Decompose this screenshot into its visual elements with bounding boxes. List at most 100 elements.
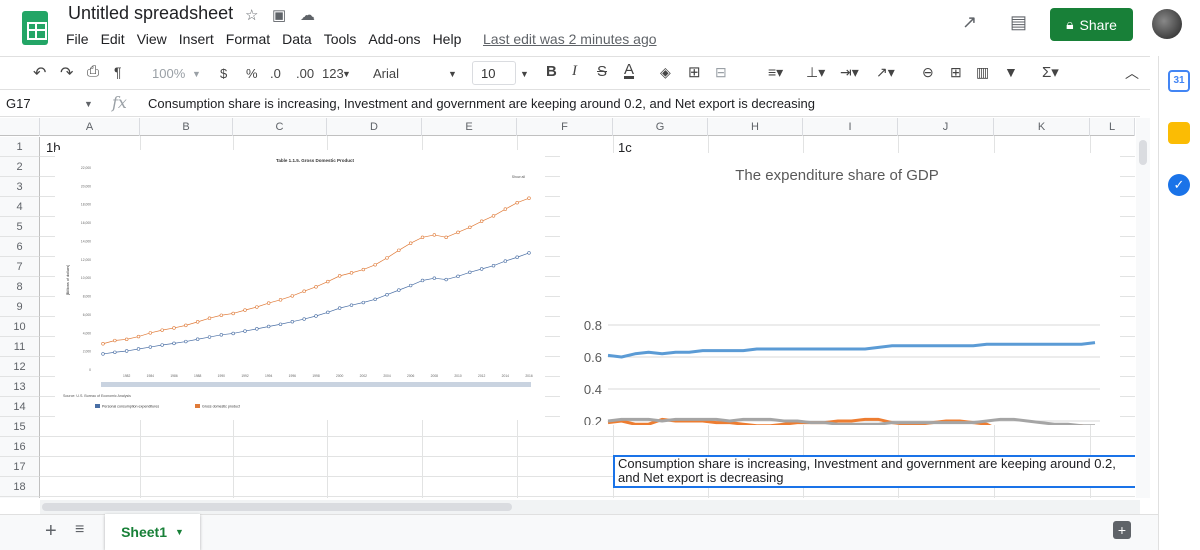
expenditure-share-chart-image[interactable]: The expenditure share of GDP 0.8 0.6 0.4 0.…	[560, 153, 1120, 425]
tasks-icon[interactable]: ✓	[1168, 174, 1190, 196]
calendar-icon[interactable]: 31	[1168, 70, 1190, 92]
insert-link-icon[interactable]: ⊖	[922, 64, 934, 81]
row-header-8[interactable]: 8	[0, 277, 40, 297]
star-icon[interactable]: ☆	[245, 6, 258, 24]
sheet-tab-sheet1[interactable]: Sheet1 ▼	[105, 514, 200, 550]
comments-icon[interactable]: ▤	[1010, 12, 1027, 33]
vertical-align-icon[interactable]: ⊥▾	[806, 64, 825, 81]
column-header-b[interactable]: B	[140, 118, 233, 136]
filter-icon[interactable]: ▼	[1004, 64, 1018, 80]
row-header-13[interactable]: 13	[0, 377, 40, 397]
sheets-logo[interactable]	[22, 11, 48, 45]
menu-help[interactable]: Help	[433, 31, 462, 47]
row-header-16[interactable]: 16	[0, 437, 40, 457]
text-color-button[interactable]: A	[624, 61, 634, 78]
menu-file[interactable]: File	[66, 31, 89, 47]
cell-g17[interactable]: Consumption share is increasing, Investm…	[613, 455, 1135, 488]
borders-icon[interactable]: ⊞	[688, 63, 701, 81]
row-header-12[interactable]: 12	[0, 357, 40, 377]
increase-decimal-button[interactable]: .00	[296, 66, 314, 81]
menu-view[interactable]: View	[137, 31, 167, 47]
row-header-18[interactable]: 18	[0, 477, 40, 497]
column-header-e[interactable]: E	[422, 118, 517, 136]
row-header-9[interactable]: 9	[0, 297, 40, 317]
row-header-11[interactable]: 11	[0, 337, 40, 357]
merge-cells-icon[interactable]: ⊟	[715, 64, 727, 81]
column-header-a[interactable]: A	[40, 118, 140, 136]
chart1-y-tick: 10,000	[81, 276, 91, 280]
chart1-source: Source: U.S. Bureau of Economic Analysis	[63, 394, 131, 398]
column-header-i[interactable]: I	[803, 118, 898, 136]
insert-chart-icon[interactable]: ▥	[976, 64, 989, 81]
gdp-chart-image[interactable]: Table 1.1.5. Gross Domestic Product Show…	[55, 150, 545, 420]
activity-trend-icon[interactable]: ↗	[962, 12, 977, 33]
zoom-select[interactable]: 100%	[152, 66, 185, 81]
collapse-toolbar-icon[interactable]: ︿	[1125, 63, 1139, 83]
share-button[interactable]: 🔒︎ Share	[1050, 8, 1133, 41]
row-header-7[interactable]: 7	[0, 257, 40, 277]
redo-icon[interactable]: ↷	[60, 63, 73, 83]
last-edit-link[interactable]: Last edit was 2 minutes ago	[483, 31, 657, 47]
menu-data[interactable]: Data	[282, 31, 312, 47]
select-all-corner[interactable]	[0, 118, 40, 136]
row-header-19[interactable]: 19	[0, 497, 40, 498]
column-header-j[interactable]: J	[898, 118, 994, 136]
insert-comment-icon[interactable]: ⊞	[950, 64, 962, 81]
column-header-k[interactable]: K	[994, 118, 1090, 136]
strikethrough-button[interactable]: S	[597, 63, 607, 80]
row-header-6[interactable]: 6	[0, 237, 40, 257]
column-header-f[interactable]: F	[517, 118, 613, 136]
keep-icon[interactable]	[1168, 122, 1190, 144]
italic-button[interactable]: I	[572, 63, 577, 80]
menu-addons[interactable]: Add-ons	[368, 31, 420, 47]
cell-reference-box[interactable]: G17	[6, 96, 31, 111]
avatar[interactable]	[1152, 9, 1182, 39]
paint-format-icon[interactable]: ¶	[114, 64, 122, 80]
column-header-h[interactable]: H	[708, 118, 803, 136]
percent-button[interactable]: %	[246, 66, 258, 81]
vertical-scrollbar[interactable]	[1136, 118, 1150, 498]
column-header-l[interactable]: L	[1090, 118, 1135, 136]
undo-icon[interactable]: ↶	[33, 63, 46, 83]
print-icon[interactable]: ⎙	[87, 63, 99, 80]
horizontal-scroll-thumb[interactable]	[42, 503, 512, 511]
move-folder-icon[interactable]: ▣	[272, 6, 286, 24]
row-header-15[interactable]: 15	[0, 417, 40, 437]
explore-icon[interactable]: +	[1113, 521, 1131, 539]
spreadsheet-grid[interactable]: ABCDEFGHIJKL 1 2 3 4 5 6 7 8 9 10 11 12 13 14 15 16 17 18…	[0, 118, 1135, 498]
functions-icon[interactable]: Σ▾	[1042, 63, 1059, 81]
row-header-5[interactable]: 5	[0, 217, 40, 237]
menu-format[interactable]: Format	[226, 31, 270, 47]
formula-input[interactable]: Consumption share is increasing, Investm…	[148, 96, 815, 111]
currency-button[interactable]: $	[220, 66, 227, 81]
font-size-select[interactable]: 10	[472, 61, 516, 85]
fill-color-icon[interactable]: ◈	[660, 64, 671, 81]
more-formats-button[interactable]: 123	[322, 66, 344, 81]
add-sheet-icon[interactable]: +	[45, 520, 57, 543]
horizontal-align-icon[interactable]: ≡▾	[768, 64, 783, 81]
chart1-x-tick: 1996	[289, 374, 297, 378]
all-sheets-icon[interactable]: ≡	[75, 521, 84, 539]
menu-insert[interactable]: Insert	[179, 31, 214, 47]
row-header-1[interactable]: 1	[0, 137, 40, 157]
document-title[interactable]: Untitled spreadsheet	[68, 3, 233, 24]
text-rotation-icon[interactable]: ↗▾	[876, 64, 895, 81]
font-select[interactable]: Arial	[373, 66, 399, 81]
cloud-status-icon[interactable]: ☁	[300, 6, 315, 24]
row-header-14[interactable]: 14	[0, 397, 40, 417]
column-header-c[interactable]: C	[233, 118, 327, 136]
column-header-g[interactable]: G	[613, 118, 708, 136]
row-header-4[interactable]: 4	[0, 197, 40, 217]
row-header-10[interactable]: 10	[0, 317, 40, 337]
bold-button[interactable]: B	[546, 63, 557, 80]
row-header-2[interactable]: 2	[0, 157, 40, 177]
row-header-3[interactable]: 3	[0, 177, 40, 197]
vertical-scroll-thumb[interactable]	[1139, 140, 1147, 165]
row-header-17[interactable]: 17	[0, 457, 40, 477]
chart1-data-point	[278, 298, 283, 302]
text-wrap-icon[interactable]: ⇥▾	[840, 64, 859, 81]
column-header-d[interactable]: D	[327, 118, 422, 136]
decrease-decimal-button[interactable]: .0	[270, 66, 281, 81]
menu-edit[interactable]: Edit	[101, 31, 125, 47]
menu-tools[interactable]: Tools	[324, 31, 357, 47]
